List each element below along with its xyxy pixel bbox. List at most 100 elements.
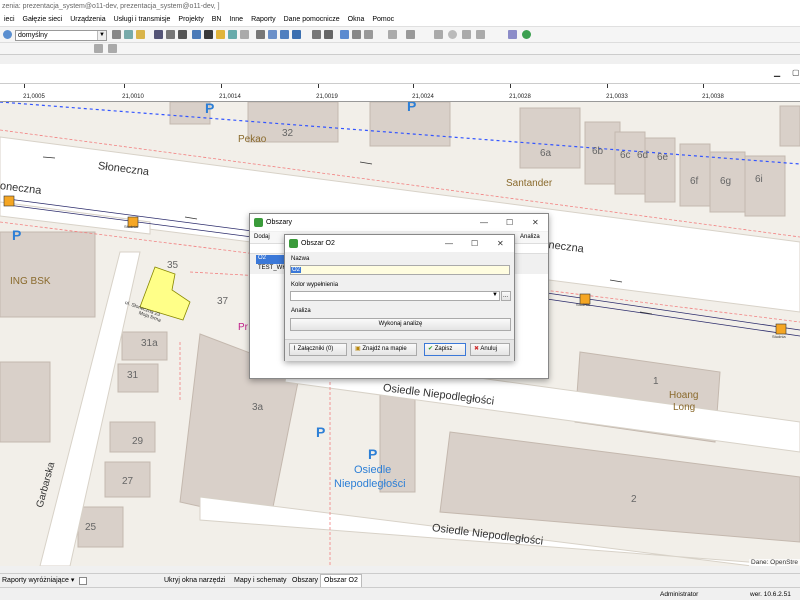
add-button[interactable]: Dodaj: [254, 234, 270, 240]
house-number: 31: [127, 370, 139, 381]
house-number: 27: [122, 476, 134, 487]
menu-item[interactable]: Urządzenia: [66, 13, 109, 27]
measure-icon[interactable]: [240, 30, 249, 39]
layers-icon[interactable]: [192, 30, 201, 39]
list-icon[interactable]: [256, 30, 265, 39]
dialog-title: Obszar O2: [301, 240, 335, 247]
tab-obszary[interactable]: Obszary: [292, 574, 318, 588]
tab-maps[interactable]: Mapy i schematy: [234, 574, 287, 588]
house-number: 6d: [637, 150, 649, 161]
house-number: 1: [653, 376, 659, 387]
globe-icon[interactable]: [522, 30, 531, 39]
poi-label: Niepodległości: [334, 478, 406, 490]
menu-item[interactable]: BN: [208, 13, 226, 27]
search-icon[interactable]: [3, 30, 12, 39]
pan-icon[interactable]: [340, 30, 349, 39]
find-on-map-button[interactable]: ▣ Znajdź na mapie: [351, 343, 417, 356]
grid2-icon[interactable]: [280, 30, 289, 39]
nodes-icon[interactable]: [508, 30, 517, 39]
restore-icon[interactable]: ▢: [792, 68, 800, 77]
frame2-icon[interactable]: [324, 30, 333, 39]
poi-label: Hoang: [669, 390, 699, 401]
house-number: 6c: [620, 150, 631, 161]
delete-icon[interactable]: [434, 30, 443, 39]
color-picker-button[interactable]: ...: [501, 291, 511, 301]
attachments-button[interactable]: ⌇ Załączniki (0): [289, 343, 347, 356]
extent-icon[interactable]: [364, 30, 373, 39]
junction-label: Studnia: [576, 302, 590, 307]
save-button[interactable]: ✔ Zapisz: [424, 343, 466, 356]
menu-item[interactable]: Raporty: [247, 13, 280, 27]
menu-item[interactable]: Inne: [225, 13, 247, 27]
minimize-icon[interactable]: —: [445, 235, 453, 252]
angle-tool-icon[interactable]: [108, 44, 117, 53]
ruler-label: 21,0014: [219, 94, 241, 100]
junction-label: Studnia: [124, 224, 138, 229]
square-icon[interactable]: [462, 30, 471, 39]
hide-tools-button[interactable]: Ukryj okna narzędzi: [164, 574, 225, 588]
folder-icon[interactable]: [136, 30, 145, 39]
layer-icon[interactable]: [112, 30, 121, 39]
close-icon[interactable]: ✕: [497, 235, 504, 252]
poi-label: Osiedle: [354, 464, 392, 476]
maximize-icon[interactable]: ☐: [506, 214, 513, 231]
run-analysis-button[interactable]: Wykonaj analizę: [290, 318, 511, 331]
parking-icon: P: [205, 102, 215, 116]
parking-icon: P: [316, 424, 326, 440]
map-icon[interactable]: [204, 30, 213, 39]
obszary-title-bar: Obszary — ☐ ✕: [250, 214, 548, 231]
ruler-label: 21,0033: [606, 94, 628, 100]
printer-icon[interactable]: [178, 30, 187, 39]
menu-item[interactable]: Okna: [344, 13, 369, 27]
circle-icon[interactable]: [448, 30, 457, 39]
user-name: Administrator: [660, 591, 699, 598]
select-tool-icon[interactable]: [216, 30, 225, 39]
parking-icon: P: [368, 446, 378, 462]
ruler-label: 21,0010: [122, 94, 144, 100]
frame-icon[interactable]: [312, 30, 321, 39]
analysis-button[interactable]: Analiza: [520, 234, 540, 240]
chevron-down-icon[interactable]: ▼: [492, 292, 498, 298]
reports-dropdown[interactable]: Raporty wyróżniające ▾: [2, 574, 74, 588]
menu-bar: ieci Gałęzie sieci Urządzenia Usługi i t…: [0, 13, 800, 27]
menu-item[interactable]: Pomoc: [368, 13, 398, 27]
ruler-label: 21,0038: [702, 94, 724, 100]
chevron-down-icon[interactable]: ▼: [97, 31, 106, 40]
house-number: 2: [631, 494, 637, 505]
name-field[interactable]: O2: [290, 265, 510, 275]
menu-item[interactable]: Usługi i transmisje: [110, 13, 175, 27]
menu-item[interactable]: Projekty: [174, 13, 207, 27]
menu-item[interactable]: Gałęzie sieci: [19, 13, 67, 27]
table-icon[interactable]: [154, 30, 163, 39]
grid-icon[interactable]: [166, 30, 175, 39]
fill-color-select[interactable]: ▼: [290, 291, 500, 301]
table2-icon[interactable]: [268, 30, 277, 39]
cut-icon[interactable]: [476, 30, 485, 39]
name-label: Nazwa: [291, 256, 310, 262]
cancel-button[interactable]: ✖ Anuluj: [470, 343, 510, 356]
link-icon[interactable]: [388, 30, 397, 39]
line-tool-icon[interactable]: [94, 44, 103, 53]
checkbox[interactable]: [79, 577, 87, 585]
menu-item[interactable]: ieci: [0, 13, 19, 27]
cancel-button-label: Anuluj: [480, 346, 498, 352]
zoom-out-icon[interactable]: [352, 30, 361, 39]
profile-select-value: domyślny: [18, 32, 48, 39]
chart-icon[interactable]: [292, 30, 301, 39]
poi-label: Santander: [506, 178, 553, 189]
close-icon[interactable]: ✕: [532, 214, 539, 231]
pencil-icon[interactable]: [124, 30, 133, 39]
list-item[interactable]: O2: [256, 255, 286, 264]
poi-label: Long: [673, 402, 696, 413]
profile-select[interactable]: domyślny ▼: [15, 30, 107, 41]
menu-item[interactable]: Dane pomocnicze: [280, 13, 344, 27]
maximize-icon[interactable]: ☐: [471, 235, 478, 252]
zoom-tool-icon[interactable]: [228, 30, 237, 39]
tab-obszar-o2[interactable]: Obszar O2: [320, 573, 362, 588]
node-icon[interactable]: [406, 30, 415, 39]
house-number: 6e: [657, 152, 669, 163]
minimize-icon[interactable]: ▁: [774, 68, 780, 77]
minimize-icon[interactable]: —: [480, 214, 488, 231]
house-number: 6g: [720, 176, 732, 187]
house-number: 31a: [141, 338, 158, 349]
